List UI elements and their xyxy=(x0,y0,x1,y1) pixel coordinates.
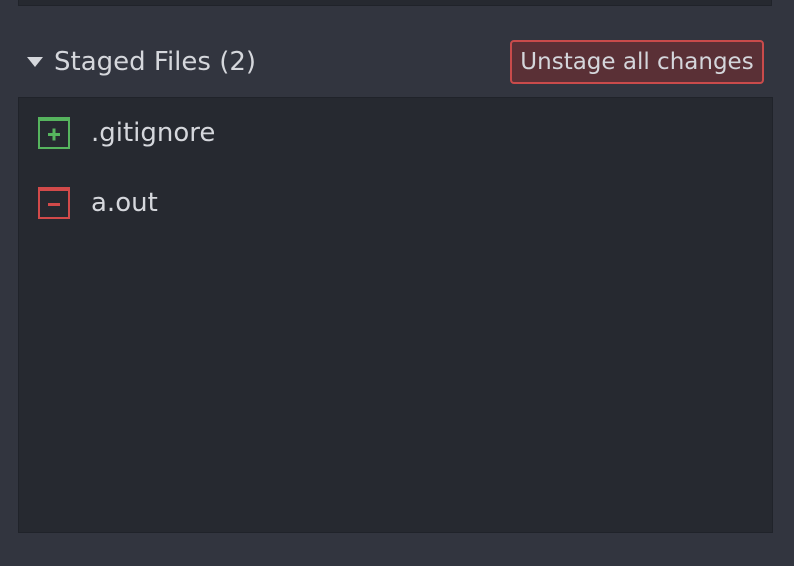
minus-stroke xyxy=(48,203,60,206)
top-panel xyxy=(18,0,772,6)
collapse-triangle-icon[interactable] xyxy=(27,57,43,67)
staged-files-list: .gitignore a.out xyxy=(18,97,773,533)
file-name: a.out xyxy=(91,188,158,218)
staged-files-header: Staged Files (2) Unstage all changes xyxy=(18,40,772,84)
file-name: .gitignore xyxy=(91,118,216,148)
unstage-all-button[interactable]: Unstage all changes xyxy=(510,40,764,84)
plus-vertical-stroke xyxy=(52,128,56,141)
file-added-icon xyxy=(38,117,70,149)
staged-files-title: Staged Files (2) xyxy=(54,47,257,77)
list-item[interactable]: a.out xyxy=(19,179,772,229)
list-item[interactable]: .gitignore xyxy=(19,109,772,159)
file-deleted-icon xyxy=(38,187,70,219)
